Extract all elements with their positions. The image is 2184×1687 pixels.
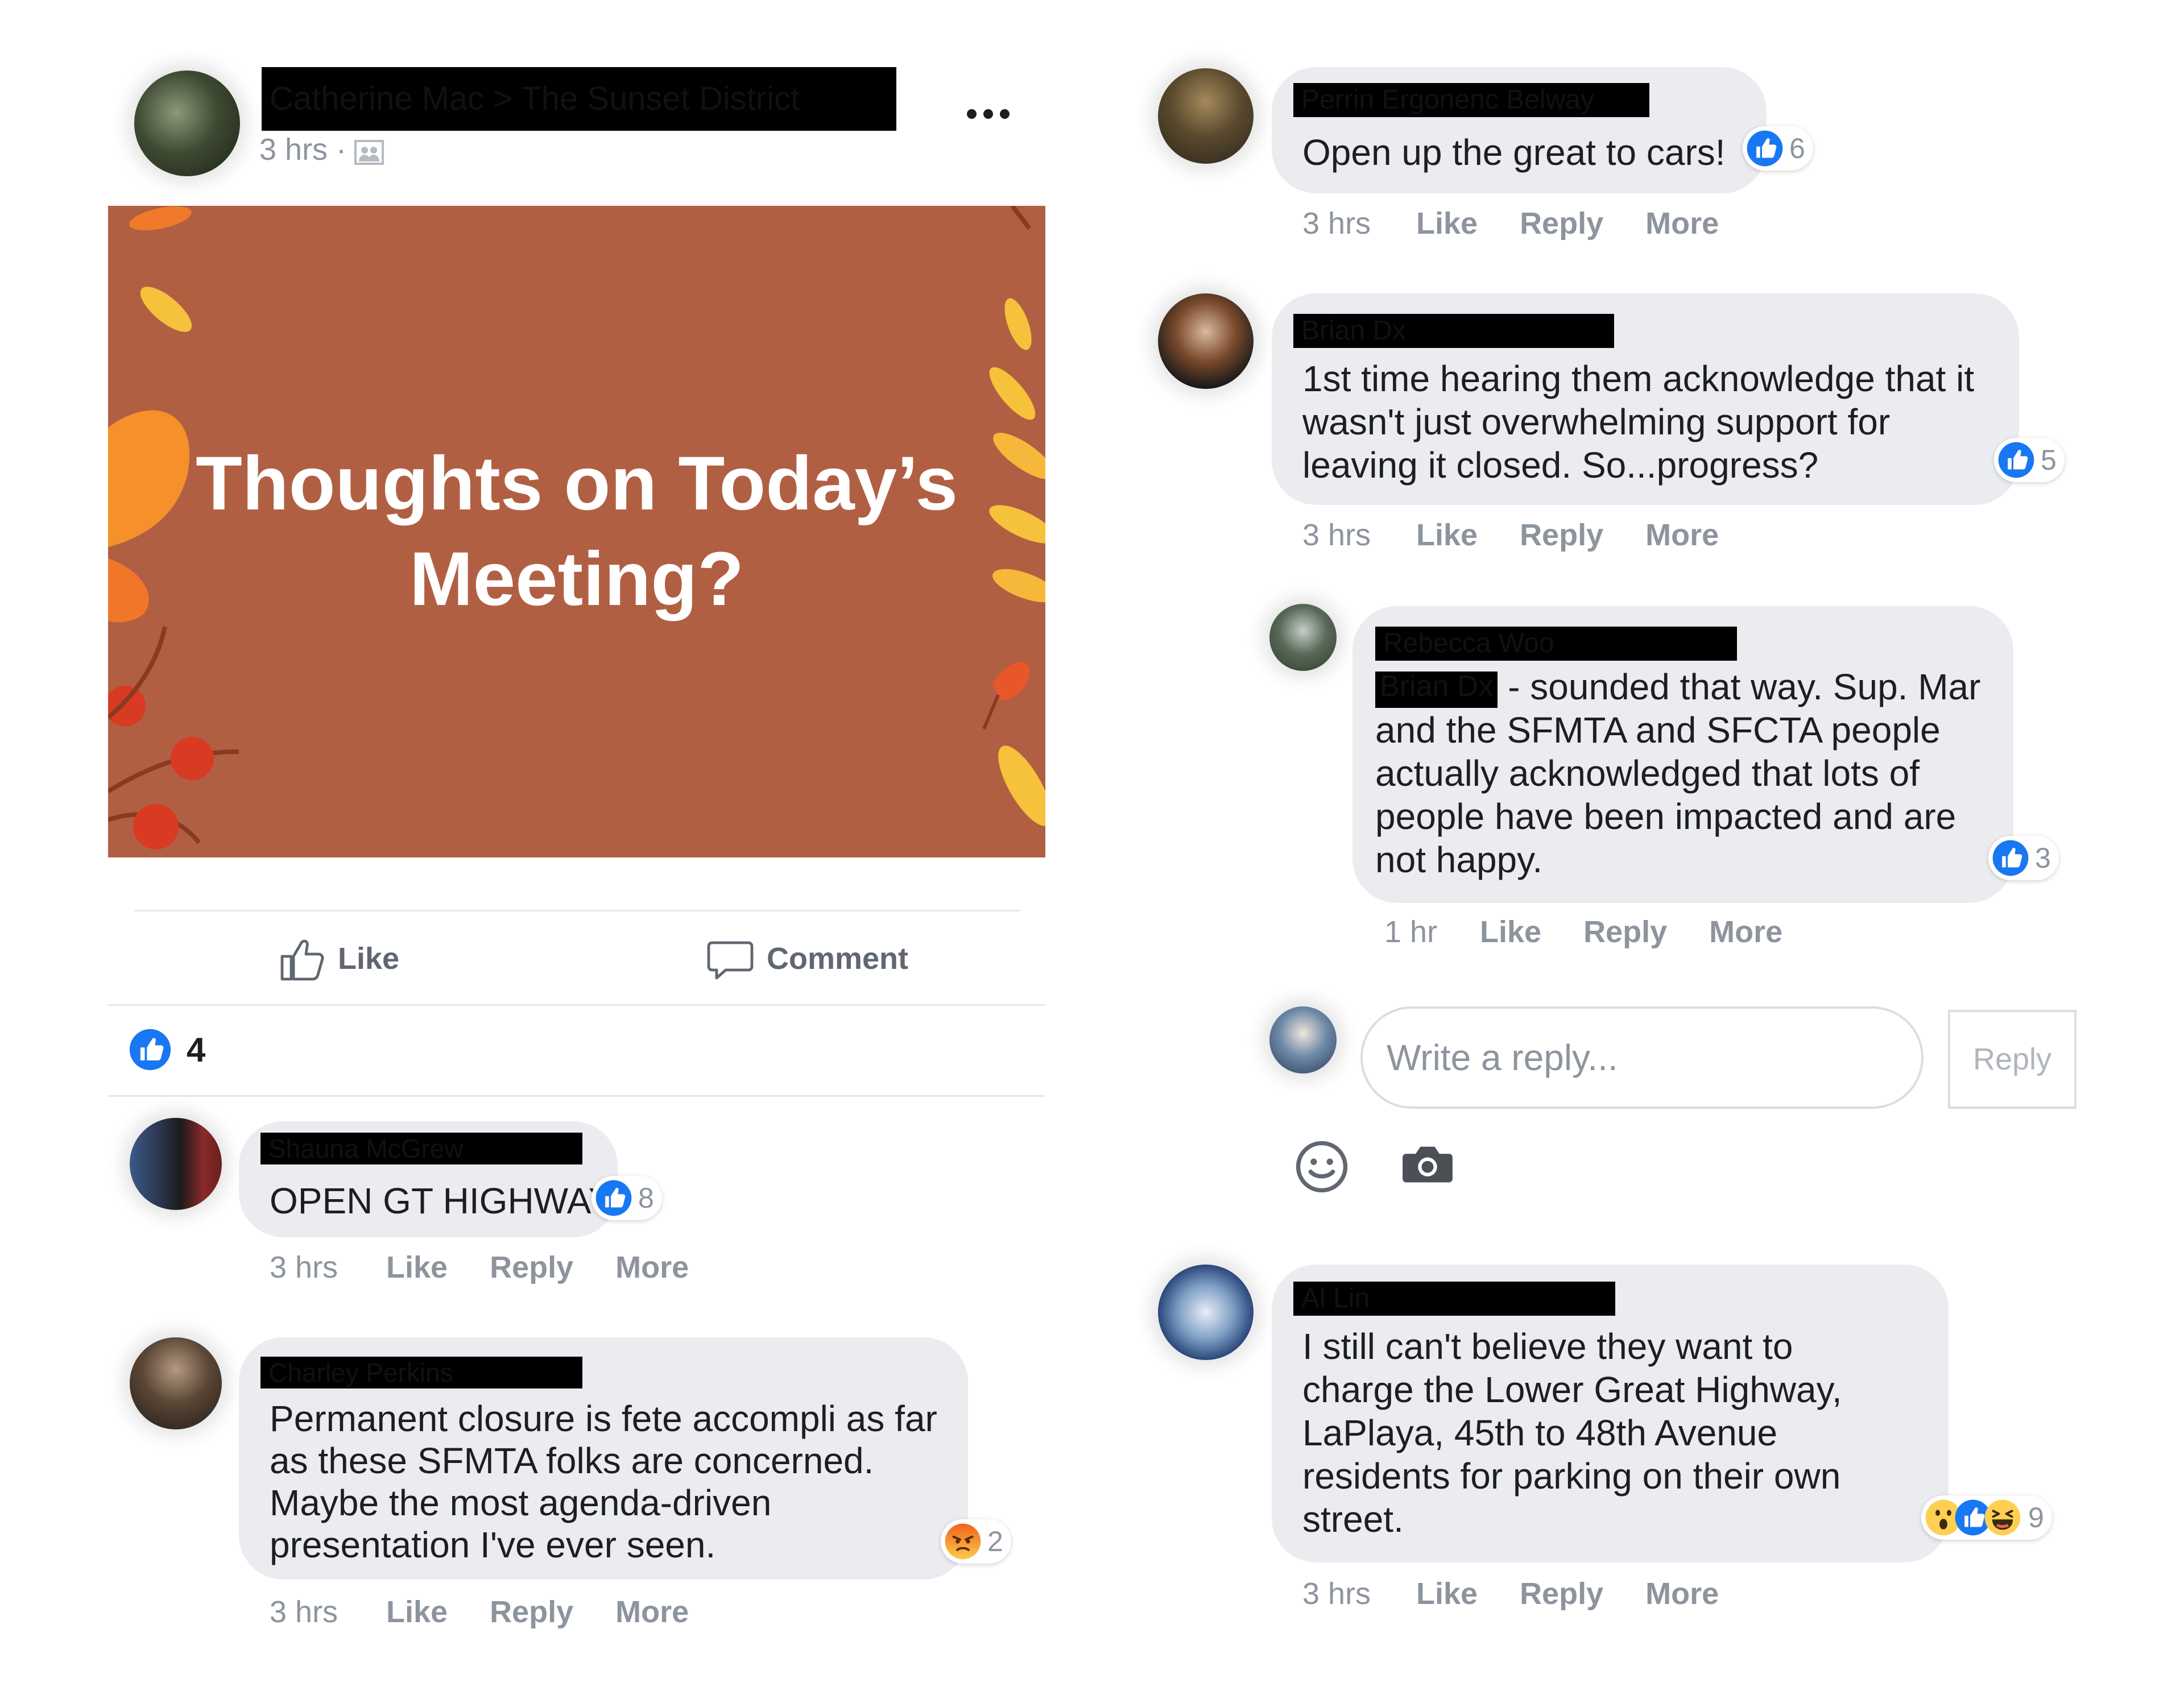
reply-reactions[interactable]: 3	[1988, 836, 2059, 880]
comment-more-link[interactable]: More	[1645, 1576, 1719, 1611]
comment-reply-link[interactable]: Reply	[1520, 517, 1603, 553]
comment-more-link[interactable]: More	[1645, 517, 1719, 553]
like-reaction-icon	[595, 1179, 632, 1217]
comment-avatar[interactable]	[130, 1118, 222, 1210]
post-time: 3 hrs ·	[259, 132, 347, 167]
comment-author-redacted[interactable]: Shauna McGrew	[260, 1133, 582, 1164]
post-author-name-redacted[interactable]: Catherine Mac > The Sunset District	[262, 67, 896, 131]
comment-icon	[707, 941, 754, 980]
comment-actions: 3 hrs Like Reply More	[270, 1250, 731, 1285]
current-user-avatar	[1269, 1006, 1337, 1073]
comment-text: OPEN GT HIGHWAY	[270, 1180, 613, 1221]
reply-more-link[interactable]: More	[1709, 914, 1782, 950]
smiley-icon[interactable]	[1294, 1139, 1349, 1197]
comment-author-redacted[interactable]: Brian Dx	[1293, 314, 1614, 348]
comment-reactions[interactable]: 8	[592, 1176, 662, 1220]
comment-more-link[interactable]: More	[615, 1250, 689, 1285]
like-button-label: Like	[338, 942, 400, 976]
comment-time: 3 hrs	[1302, 206, 1371, 241]
write-reply-input[interactable]: Write a reply...	[1360, 1006, 1924, 1109]
comment-actions: 3 hrs Like Reply More	[270, 1594, 731, 1630]
like-reaction-icon	[1992, 839, 2029, 877]
comment-like-link[interactable]: Like	[1416, 517, 1478, 553]
comment-like-link[interactable]: Like	[1416, 1576, 1478, 1611]
comment-button-label: Comment	[767, 942, 909, 976]
reaction-count: 9	[2028, 1502, 2044, 1533]
angry-reaction-icon	[944, 1523, 982, 1560]
reply-time: 1 hr	[1384, 915, 1438, 949]
reaction-count: 6	[1789, 132, 1805, 164]
comments-divider	[108, 1095, 1045, 1097]
comment-author-redacted[interactable]: Al Lin	[1293, 1282, 1615, 1316]
reaction-count: 3	[2035, 842, 2051, 874]
like-reaction-icon	[129, 1028, 172, 1071]
comment-reply-link[interactable]: Reply	[1520, 1576, 1603, 1611]
post-image-caption: Thoughts on Today’s Meeting?	[196, 441, 958, 621]
reaction-count: 5	[2041, 444, 2057, 476]
post-reaction-summary[interactable]: 4	[129, 1028, 205, 1071]
group-icon	[354, 137, 384, 165]
reaction-count: 8	[638, 1182, 654, 1214]
post-author-avatar[interactable]	[134, 71, 240, 176]
reply-like-link[interactable]: Like	[1480, 914, 1541, 950]
reply-reply-link[interactable]: Reply	[1583, 914, 1667, 950]
comment-time: 3 hrs	[270, 1250, 338, 1284]
reaction-count: 2	[987, 1526, 1003, 1557]
comment-like-link[interactable]: Like	[386, 1594, 448, 1630]
comment-more-link[interactable]: More	[615, 1594, 689, 1630]
action-bar-bottom-divider	[108, 1004, 1045, 1006]
comment-actions: 3 hrs Like Reply More	[1302, 206, 1761, 241]
reply-submit-button[interactable]: Reply	[1948, 1010, 2077, 1109]
reply-author-redacted[interactable]: Rebecca Woo	[1375, 627, 1737, 661]
like-button[interactable]: Like	[276, 934, 399, 984]
comment-actions: 3 hrs Like Reply More	[1302, 517, 1761, 553]
comment-actions: 3 hrs Like Reply More	[1302, 1576, 1761, 1611]
comment-reactions[interactable]: 2	[941, 1519, 1011, 1564]
comment-author-redacted[interactable]: Charley Perkins	[260, 1357, 582, 1388]
comment-avatar[interactable]	[1158, 1265, 1254, 1360]
comment-avatar[interactable]	[130, 1337, 222, 1429]
reply-text: Brian Dx - sounded that way. Sup. Mar an…	[1375, 665, 1989, 881]
comment-like-link[interactable]: Like	[1416, 206, 1478, 241]
comment-reply-link[interactable]: Reply	[1520, 206, 1603, 241]
reply-avatar[interactable]	[1269, 604, 1337, 671]
mention-redacted[interactable]: Brian Dx	[1375, 672, 1498, 708]
post-meta: 3 hrs ·	[259, 132, 384, 167]
comment-reply-link[interactable]: Reply	[490, 1594, 573, 1630]
comment-text: 1st time hearing them acknowledge that i…	[1302, 358, 1975, 486]
like-reaction-icon	[1997, 441, 2035, 479]
comment-button[interactable]: Comment	[705, 934, 908, 984]
comment-time: 3 hrs	[270, 1595, 338, 1629]
reply-text-first-line: - sounded that way. Sup.	[1498, 666, 1908, 707]
comment-author-redacted[interactable]: Perrin Ergonenc Belway	[1293, 83, 1649, 117]
comment-text: I still can't believe they want to charg…	[1302, 1326, 1842, 1540]
comment-text: Open up the great to cars!	[1302, 132, 1726, 173]
thumbs-up-icon	[280, 939, 324, 981]
camera-icon[interactable]	[1401, 1139, 1454, 1190]
comment-reactions[interactable]: 5	[1994, 438, 2065, 482]
more-horizontal-icon[interactable]	[967, 109, 1010, 119]
comment-text: Permanent closure is fete accompli as fa…	[270, 1398, 937, 1565]
post-reaction-count: 4	[187, 1030, 206, 1069]
comment-reactions[interactable]: 9	[1921, 1495, 2052, 1540]
comment-time: 3 hrs	[1302, 518, 1371, 552]
like-reaction-icon	[1746, 130, 1784, 167]
comment-like-link[interactable]: Like	[386, 1250, 448, 1285]
haha-reaction-icon	[1984, 1499, 2021, 1536]
comment-more-link[interactable]: More	[1645, 206, 1719, 241]
reply-actions: 1 hr Like Reply More	[1384, 914, 1825, 950]
comment-reactions[interactable]: 6	[1743, 126, 1813, 171]
action-bar-top-divider	[134, 910, 1020, 911]
comment-avatar[interactable]	[1158, 293, 1254, 389]
comment-reply-link[interactable]: Reply	[490, 1250, 573, 1285]
comment-avatar[interactable]	[1158, 68, 1254, 164]
post-image[interactable]: Thoughts on Today’s Meeting?	[108, 206, 1045, 857]
comment-time: 3 hrs	[1302, 1577, 1371, 1611]
